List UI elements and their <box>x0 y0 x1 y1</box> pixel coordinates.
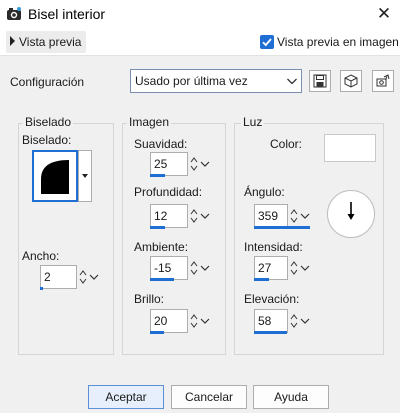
bevel-shape-icon <box>41 160 69 194</box>
smoothness-input[interactable]: 25 <box>150 152 188 176</box>
spin-up-down-icon[interactable] <box>189 258 199 278</box>
width-label: Ancho: <box>22 249 60 263</box>
light-color-label: Color: <box>270 137 303 151</box>
close-icon[interactable]: ✕ <box>372 2 396 26</box>
chevron-down-icon[interactable] <box>199 154 211 174</box>
cancel-button[interactable]: Cancelar <box>171 385 247 409</box>
caret-down-icon <box>82 174 88 178</box>
elevation-input[interactable]: 58 <box>254 309 288 333</box>
app-icon <box>6 6 22 22</box>
preview-on-image-checkbox[interactable] <box>260 35 274 49</box>
reset-defaults-button[interactable] <box>340 70 362 92</box>
shininess-input[interactable]: 20 <box>150 309 188 333</box>
intensity-label: Intensidad: <box>244 240 303 254</box>
spin-up-down-icon[interactable] <box>78 267 88 287</box>
elevation-level-bar <box>254 331 287 334</box>
depth-value: 12 <box>154 209 168 223</box>
width-input[interactable]: 2 <box>40 265 77 289</box>
spin-up-down-icon[interactable] <box>189 311 199 331</box>
shininess-spinner[interactable]: 20 <box>150 309 212 334</box>
chevron-down-icon[interactable] <box>199 311 211 331</box>
bevel-shape-label: Biselado: <box>22 133 72 147</box>
spin-up-down-icon[interactable] <box>189 154 199 174</box>
width-value: 2 <box>44 270 51 284</box>
spin-up-down-icon[interactable] <box>289 258 299 278</box>
spin-up-down-icon[interactable] <box>289 206 299 226</box>
angle-value: 359 <box>258 209 279 223</box>
image-group-label: Imagen <box>127 115 172 129</box>
bevel-shape-preview[interactable] <box>32 150 78 202</box>
preview-toggle-button[interactable]: Vista previa <box>6 31 86 53</box>
angle-level-bar <box>254 226 310 229</box>
preview-on-image-label[interactable]: Vista previa en imagen <box>277 35 399 49</box>
smoothness-label: Suavidad: <box>134 137 188 151</box>
ok-button[interactable]: Aceptar <box>88 385 164 409</box>
intensity-level-bar <box>254 278 269 281</box>
save-preset-button[interactable] <box>309 70 331 92</box>
depth-level-bar <box>150 226 165 229</box>
width-spinner[interactable]: 2 <box>40 265 100 290</box>
randomize-button[interactable] <box>372 70 394 92</box>
angle-label: Ángulo: <box>244 185 285 199</box>
chevron-down-icon[interactable] <box>199 258 211 278</box>
bevel-shape-dropdown-button[interactable] <box>78 150 92 202</box>
intensity-value: 27 <box>258 261 272 275</box>
preview-toggle-label: Vista previa <box>19 35 82 49</box>
chevron-down-icon[interactable] <box>299 206 311 226</box>
elevation-spinner[interactable]: 58 <box>254 309 312 334</box>
ambience-label: Ambiente: <box>134 240 189 254</box>
depth-input[interactable]: 12 <box>150 204 188 228</box>
shininess-level-bar <box>150 331 164 334</box>
chevron-down-icon[interactable] <box>299 311 311 331</box>
light-angle-dial[interactable] <box>327 190 375 238</box>
shininess-label: Brillo: <box>134 292 165 306</box>
ambience-level-bar <box>150 278 174 281</box>
shininess-value: 20 <box>154 314 168 328</box>
light-color-swatch[interactable] <box>324 134 376 162</box>
spin-up-down-icon[interactable] <box>289 311 299 331</box>
width-level-bar <box>40 287 43 290</box>
light-group-label: Luz <box>241 115 265 129</box>
ambience-value: -15 <box>154 261 172 275</box>
ambience-input[interactable]: -15 <box>150 256 188 280</box>
config-select[interactable]: Usado por última vez <box>130 69 302 93</box>
angle-spinner[interactable]: 359 <box>254 204 312 229</box>
chevron-down-icon[interactable] <box>299 258 311 278</box>
intensity-input[interactable]: 27 <box>254 256 288 280</box>
angle-input[interactable]: 359 <box>254 204 288 228</box>
config-label: Configuración <box>10 75 85 89</box>
cube-icon <box>344 74 358 88</box>
help-button[interactable]: Ayuda <box>253 385 329 409</box>
window-title: Bisel interior <box>28 6 106 22</box>
elevation-value: 58 <box>258 314 272 328</box>
intensity-spinner[interactable]: 27 <box>254 256 312 281</box>
camera-randomize-icon <box>376 74 390 87</box>
expand-arrow-icon <box>10 36 15 46</box>
save-icon <box>313 74 327 88</box>
config-select-value: Usado por última vez <box>135 74 248 88</box>
smoothness-level-bar <box>150 174 165 177</box>
chevron-down-icon[interactable] <box>199 206 211 226</box>
spin-up-down-icon[interactable] <box>189 206 199 226</box>
depth-spinner[interactable]: 12 <box>150 204 212 229</box>
ambience-spinner[interactable]: -15 <box>150 256 212 281</box>
chevron-down-icon[interactable] <box>88 267 100 287</box>
angle-arrow-icon <box>347 202 355 220</box>
depth-label: Profundidad: <box>134 185 203 199</box>
chevron-down-icon <box>287 78 297 85</box>
elevation-label: Elevación: <box>244 292 300 306</box>
bevel-group-label: Biselado <box>23 115 74 129</box>
smoothness-value: 25 <box>154 157 168 171</box>
smoothness-spinner[interactable]: 25 <box>150 152 212 177</box>
